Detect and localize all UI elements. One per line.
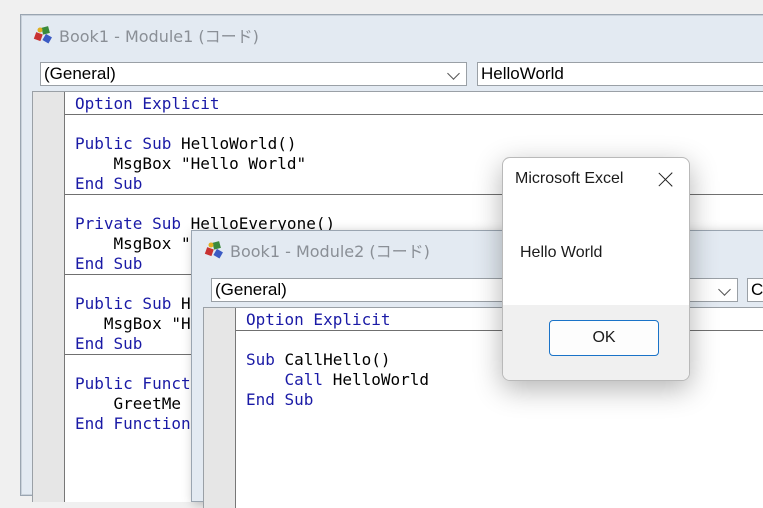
message-box-dialog[interactable]: Microsoft Excel Hello World OK [502,157,690,381]
code-line[interactable]: MsgBox "H [75,314,191,334]
code-line[interactable]: Sub CallHello() [246,350,391,370]
window-title: Book1 - Module1 (コード) [59,27,259,46]
procedure-dropdown[interactable]: C [747,278,763,302]
dialog-message: Hello World [520,244,603,261]
object-dropdown[interactable]: (General) [40,62,467,86]
code-line[interactable]: MsgBox " [75,234,191,254]
code-line[interactable]: End Sub [246,390,313,410]
code-line[interactable]: Option Explicit [246,310,391,330]
ok-button[interactable]: OK [549,320,659,356]
close-icon[interactable] [657,170,675,188]
dialog-title: Microsoft Excel [515,170,624,187]
code-line[interactable]: End Sub [75,254,142,274]
code-line[interactable]: Call HelloWorld [246,370,430,390]
vba-module-icon [33,24,55,46]
code-line[interactable]: GreetMe [75,394,181,414]
code-line[interactable]: End Sub [75,174,142,194]
vba-module-icon [204,239,226,261]
object-dropdown-value: (General) [44,64,116,83]
code-line[interactable]: Public Funct [75,374,191,394]
code-line[interactable]: Public Sub HelloWorld() [75,134,297,154]
chevron-down-icon [718,283,731,296]
code-line[interactable]: MsgBox "Hello World" [75,154,307,174]
code-line[interactable]: Option Explicit [75,94,220,114]
title-bar[interactable]: Book1 - Module1 (コード) [21,15,763,55]
procedure-dropdown-value: HelloWorld [481,64,564,83]
procedure-dropdown[interactable]: HelloWorld [477,62,763,86]
code-line[interactable]: End Function [75,414,191,434]
procedure-dropdown-value: C [751,280,763,299]
code-line[interactable]: End Sub [75,334,142,354]
procedure-separator [65,114,763,115]
object-dropdown-value: (General) [215,280,287,299]
chevron-down-icon [447,67,460,80]
code-line[interactable]: Public Sub H [75,294,191,314]
window-title: Book1 - Module2 (コード) [230,242,430,261]
margin-indicator-bar[interactable] [204,308,236,508]
margin-indicator-bar[interactable] [33,92,65,502]
